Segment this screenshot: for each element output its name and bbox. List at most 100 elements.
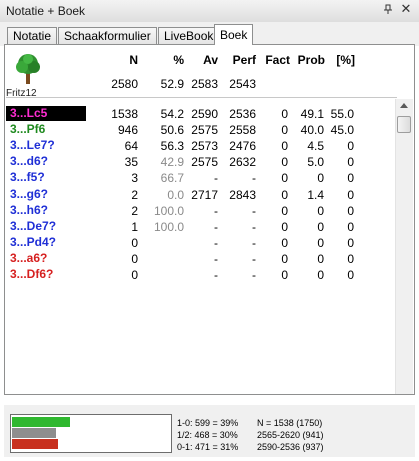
column-header-av[interactable]: Av	[190, 53, 218, 67]
move-prc-cell: 55.0	[330, 107, 354, 121]
move-n-cell: 1538	[111, 107, 138, 121]
move-pct-cell: 54.2	[160, 107, 184, 121]
move-label[interactable]: 3...De7?	[6, 219, 86, 234]
move-av-cell: 2573	[191, 139, 218, 154]
move-perf-cell: -	[252, 171, 256, 186]
move-prc-cell: 0	[347, 268, 354, 282]
move-fact-cell: 0	[281, 171, 288, 186]
move-prc-cell: 0	[347, 139, 354, 154]
stat-info-perf-range: 2590-2536 (937)	[257, 442, 324, 452]
move-label[interactable]: 3...a6?	[6, 251, 86, 266]
list-item[interactable]: 3...De7? 1 100.0 - - 0 0 0	[0, 219, 395, 235]
summary-n: 2580	[111, 77, 138, 91]
move-label[interactable]: 3...h6?	[6, 203, 86, 218]
list-item[interactable]: 3...Df6? 0 - - 0 0 0	[0, 267, 395, 283]
move-perf-cell: 2632	[229, 155, 256, 170]
list-item[interactable]: 3...Lc5 1538 54.2 2590 2536 0 49.1 55.0	[0, 106, 395, 122]
move-label[interactable]: 3...Pd4?	[6, 235, 86, 250]
column-header-perf[interactable]: Perf	[226, 53, 256, 67]
header-separator	[6, 97, 397, 98]
move-prob-cell: 1.4	[307, 187, 324, 202]
move-perf-cell: 2536	[229, 107, 256, 121]
scrollbar-thumb[interactable]	[397, 116, 411, 133]
pin-icon[interactable]	[383, 4, 393, 14]
move-n-cell: 2	[131, 187, 138, 202]
move-prob-cell: 49.1	[300, 107, 324, 121]
move-perf-cell: -	[252, 251, 256, 266]
move-perf-cell: -	[252, 203, 256, 218]
stat-info-elo-range: 2565-2620 (941)	[257, 430, 324, 440]
tab-livebook[interactable]: LiveBook	[158, 27, 220, 44]
move-label[interactable]: 3...d6?	[6, 154, 86, 169]
stat-result-black: 0-1: 471 = 31%	[177, 442, 239, 452]
list-item[interactable]: 3...g6? 2 0.0 2717 2843 0 1.4 0	[0, 187, 395, 203]
move-fact-cell: 0	[281, 268, 288, 282]
move-fact-cell: 0	[281, 139, 288, 154]
vertical-scrollbar[interactable]	[395, 99, 413, 394]
move-label[interactable]: 3...g6?	[6, 187, 86, 202]
move-av-cell: 2575	[191, 123, 218, 138]
move-prc-cell: 0	[347, 251, 354, 266]
move-prc-cell: 0	[347, 235, 354, 250]
column-header-prob-pct[interactable]: [%]	[333, 53, 355, 67]
move-prc-cell: 0	[347, 155, 354, 170]
move-perf-cell: -	[252, 219, 256, 234]
list-item[interactable]: 3...Pf6 946 50.6 2575 2558 0 40.0 45.0	[0, 122, 395, 138]
tree-icon	[16, 54, 40, 84]
move-av-cell: 2717	[191, 187, 218, 202]
move-fact-cell: 0	[281, 219, 288, 234]
move-label[interactable]: 3...Pf6	[6, 122, 86, 137]
move-perf-cell: 2843	[229, 187, 256, 202]
summary-av: 2583	[191, 77, 218, 91]
move-prc-cell: 45.0	[330, 123, 354, 138]
list-item[interactable]: 3...a6? 0 - - 0 0 0	[0, 251, 395, 267]
move-prob-cell: 0	[317, 268, 324, 282]
move-label[interactable]: 3...Lc5	[6, 106, 86, 121]
tab-notatie[interactable]: Notatie	[7, 27, 58, 44]
column-header-prob[interactable]: Prob	[295, 53, 325, 67]
list-item[interactable]: 3...h6? 2 100.0 - - 0 0 0	[0, 203, 395, 219]
move-av-cell: -	[214, 268, 218, 282]
move-prc-cell: 0	[347, 203, 354, 218]
move-fact-cell: 0	[281, 251, 288, 266]
move-pct-cell: 66.7	[160, 171, 184, 186]
column-header-fact[interactable]: Fact	[262, 53, 290, 67]
move-pct-cell: 42.9	[160, 155, 184, 170]
move-prob-cell: 0	[317, 219, 324, 234]
list-item[interactable]: 3...f5? 3 66.7 - - 0 0 0	[0, 170, 395, 186]
move-av-cell: 2575	[191, 155, 218, 170]
move-label[interactable]: 3...f5?	[6, 170, 86, 185]
column-header-pct[interactable]: %	[160, 53, 184, 67]
list-item[interactable]: 3...d6? 35 42.9 2575 2632 0 5.0 0	[0, 154, 395, 170]
column-header-n[interactable]: N	[110, 53, 138, 67]
move-label[interactable]: 3...Le7?	[6, 138, 86, 153]
move-prob-cell: 0	[317, 251, 324, 266]
tab-boek[interactable]: Boek	[214, 24, 254, 45]
move-n-cell: 0	[131, 251, 138, 266]
move-n-cell: 2	[131, 203, 138, 218]
summary-pct: 52.9	[160, 77, 184, 91]
close-icon[interactable]: ✕	[399, 2, 413, 16]
move-n-cell: 946	[117, 123, 138, 138]
move-pct-cell: 56.3	[160, 139, 184, 154]
move-n-cell: 0	[131, 268, 138, 282]
list-item[interactable]: 3...Le7? 64 56.3 2573 2476 0 4.5 0	[0, 138, 395, 154]
move-av-cell: 2590	[191, 107, 218, 121]
stat-info-n: N = 1538 (1750)	[257, 418, 323, 428]
move-fact-cell: 0	[281, 235, 288, 250]
move-prob-cell: 40.0	[300, 123, 324, 138]
tab-schaakformulier[interactable]: Schaakformulier	[58, 27, 157, 44]
list-item[interactable]: 3...Pd4? 0 - - 0 0 0	[0, 235, 395, 251]
result-bar-chart	[10, 414, 172, 453]
move-pct-cell: 100.0	[153, 219, 184, 234]
move-perf-cell: -	[252, 235, 256, 250]
move-prob-cell: 0	[317, 235, 324, 250]
move-perf-cell: 2476	[229, 139, 256, 154]
stat-result-white: 1-0: 599 = 39%	[177, 418, 239, 428]
move-perf-cell: 2558	[229, 123, 256, 138]
move-perf-cell: -	[252, 268, 256, 282]
draw-bar	[12, 428, 56, 438]
move-prc-cell: 0	[347, 187, 354, 202]
move-label[interactable]: 3...Df6?	[6, 267, 86, 282]
scroll-up-arrow-icon[interactable]	[400, 103, 408, 108]
